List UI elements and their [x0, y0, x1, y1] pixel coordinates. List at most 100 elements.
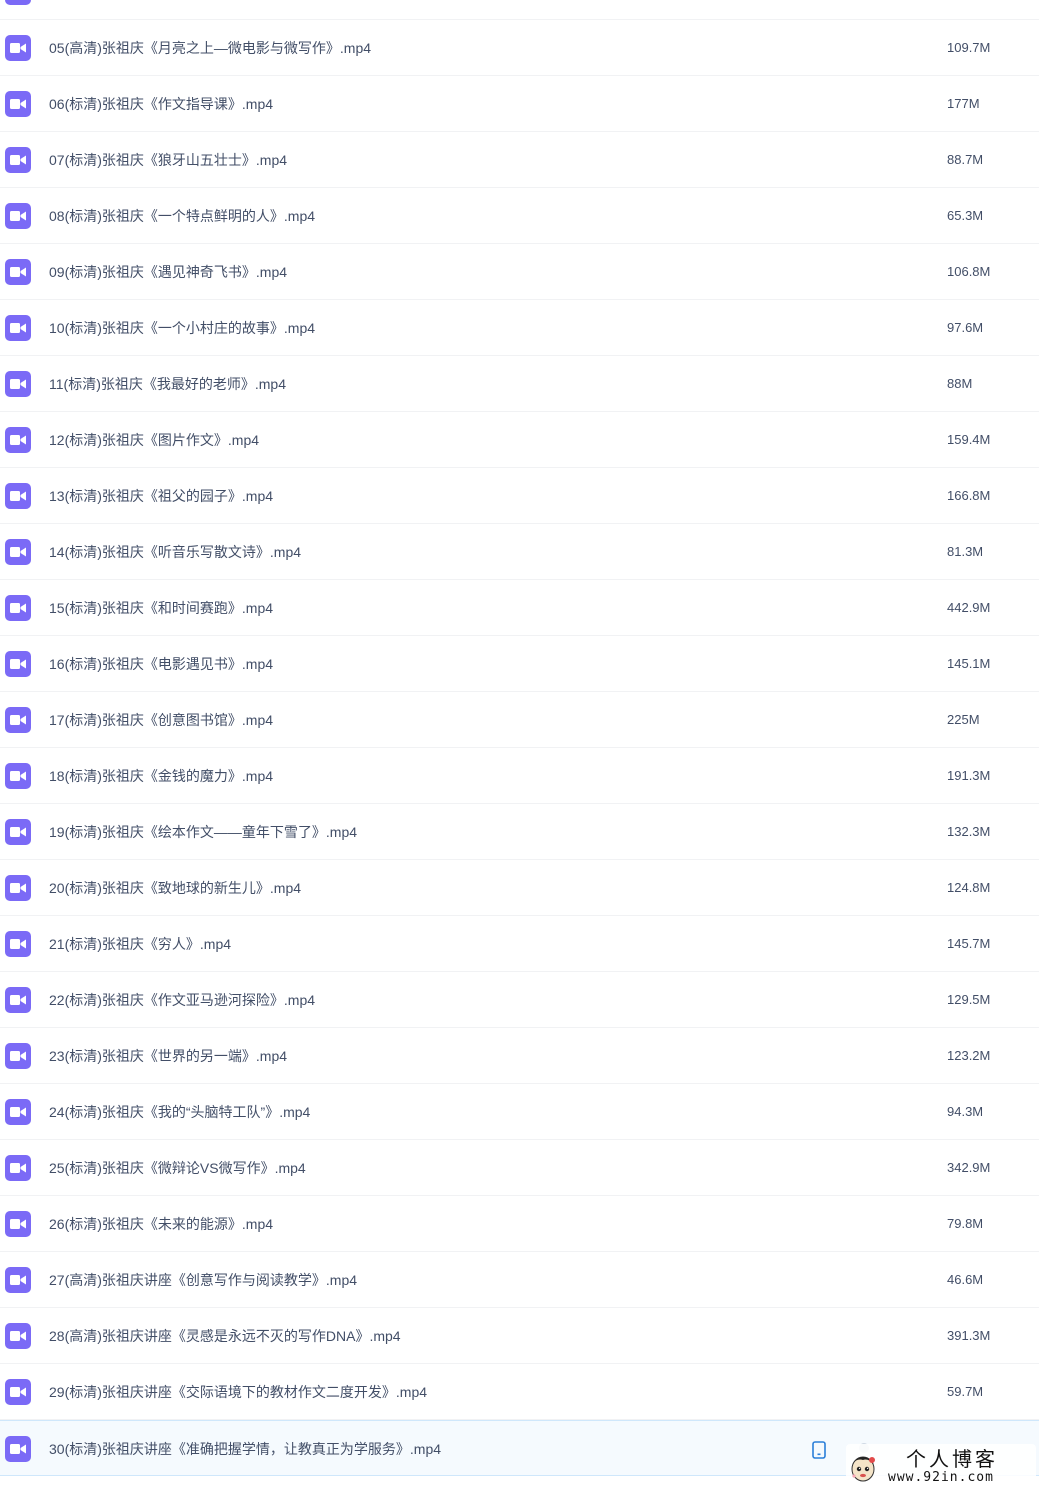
watermark-url: www.92in.com — [888, 1470, 994, 1485]
file-name[interactable]: 29(标清)张祖庆讲座《交际语境下的教材作文二度开发》.mp4 — [49, 1382, 427, 1402]
file-name[interactable]: 19(标清)张祖庆《绘本作文——童年下雪了》.mp4 — [49, 822, 357, 842]
video-file-icon — [5, 651, 31, 677]
file-row[interactable]: 23(标清)张祖庆《世界的另一端》.mp4 123.2M — [0, 1028, 1039, 1084]
video-file-icon — [5, 1043, 31, 1069]
file-name[interactable]: 28(高清)张祖庆讲座《灵感是永远不灭的写作DNA》.mp4 — [49, 1326, 401, 1346]
file-name[interactable]: 12(标清)张祖庆《图片作文》.mp4 — [49, 430, 259, 450]
file-size: 106.8M — [947, 264, 991, 279]
video-file-icon — [5, 595, 31, 621]
file-name[interactable]: 22(标清)张祖庆《作文亚马逊河探险》.mp4 — [49, 990, 315, 1010]
file-row[interactable]: 14(标清)张祖庆《听音乐写散文诗》.mp4 81.3M — [0, 524, 1039, 580]
mascot-logo-icon — [851, 1456, 875, 1482]
video-file-icon — [5, 1379, 31, 1405]
file-row[interactable]: 28(高清)张祖庆讲座《灵感是永远不灭的写作DNA》.mp4 391.3M — [0, 1308, 1039, 1364]
video-file-icon — [5, 35, 31, 61]
file-name[interactable]: 15(标清)张祖庆《和时间赛跑》.mp4 — [49, 598, 273, 618]
file-name[interactable]: 16(标清)张祖庆《电影遇见书》.mp4 — [49, 654, 273, 674]
file-size: 129.5M — [947, 992, 991, 1007]
file-name[interactable]: 23(标清)张祖庆《世界的另一端》.mp4 — [49, 1046, 287, 1066]
video-file-icon — [5, 987, 31, 1013]
file-row[interactable]: 10(标清)张祖庆《一个小村庄的故事》.mp4 97.6M — [0, 300, 1039, 356]
file-size: 79.8M — [947, 1216, 984, 1231]
video-file-icon — [5, 1323, 31, 1349]
file-row[interactable]: 07(标清)张祖庆《狼牙山五壮士》.mp4 88.7M — [0, 132, 1039, 188]
file-row[interactable]: 04(高清)张祖庆《……》.mp4 — [0, 0, 1039, 20]
video-file-icon — [5, 707, 31, 733]
video-file-icon — [5, 539, 31, 565]
file-name[interactable]: 18(标清)张祖庆《金钱的魔力》.mp4 — [49, 766, 273, 786]
video-file-icon — [5, 1099, 31, 1125]
file-row[interactable]: 19(标清)张祖庆《绘本作文——童年下雪了》.mp4 132.3M — [0, 804, 1039, 860]
file-row[interactable]: 29(标清)张祖庆讲座《交际语境下的教材作文二度开发》.mp4 59.7M — [0, 1364, 1039, 1420]
file-size: 166.8M — [947, 488, 991, 503]
file-name[interactable]: 04(高清)张祖庆《……》.mp4 — [49, 0, 231, 2]
file-name[interactable]: 20(标清)张祖庆《致地球的新生儿》.mp4 — [49, 878, 301, 898]
file-size: 109.7M — [947, 40, 991, 55]
file-size: 191.3M — [947, 768, 991, 783]
file-size: 159.4M — [947, 432, 991, 447]
file-row[interactable]: 18(标清)张祖庆《金钱的魔力》.mp4 191.3M — [0, 748, 1039, 804]
file-size: 124.8M — [947, 880, 991, 895]
file-name[interactable]: 08(标清)张祖庆《一个特点鲜明的人》.mp4 — [49, 206, 315, 226]
file-row[interactable]: 08(标清)张祖庆《一个特点鲜明的人》.mp4 65.3M — [0, 188, 1039, 244]
file-row[interactable]: 22(标清)张祖庆《作文亚马逊河探险》.mp4 129.5M — [0, 972, 1039, 1028]
file-size: 65.3M — [947, 208, 984, 223]
file-name[interactable]: 17(标清)张祖庆《创意图书馆》.mp4 — [49, 710, 273, 730]
video-file-icon — [5, 91, 31, 117]
file-name[interactable]: 25(标清)张祖庆《微辩论VS微写作》.mp4 — [49, 1158, 306, 1178]
file-name[interactable]: 14(标清)张祖庆《听音乐写散文诗》.mp4 — [49, 542, 301, 562]
video-file-icon — [5, 1211, 31, 1237]
file-name[interactable]: 05(高清)张祖庆《月亮之上—微电影与微写作》.mp4 — [49, 38, 371, 58]
file-row[interactable]: 09(标清)张祖庆《遇见神奇飞书》.mp4 106.8M — [0, 244, 1039, 300]
file-name[interactable]: 11(标清)张祖庆《我最好的老师》.mp4 — [49, 374, 286, 394]
file-row[interactable]: 24(标清)张祖庆《我的“头脑特工队”》.mp4 94.3M — [0, 1084, 1039, 1140]
file-row[interactable]: 12(标清)张祖庆《图片作文》.mp4 159.4M — [0, 412, 1039, 468]
file-name[interactable]: 10(标清)张祖庆《一个小村庄的故事》.mp4 — [49, 318, 315, 338]
file-name[interactable]: 26(标清)张祖庆《未来的能源》.mp4 — [49, 1214, 273, 1234]
file-name[interactable]: 09(标清)张祖庆《遇见神奇飞书》.mp4 — [49, 262, 287, 282]
file-row[interactable]: 11(标清)张祖庆《我最好的老师》.mp4 88M — [0, 356, 1039, 412]
video-file-icon — [5, 483, 31, 509]
video-file-icon — [5, 931, 31, 957]
video-file-icon — [5, 371, 31, 397]
file-row[interactable]: 13(标清)张祖庆《祖父的园子》.mp4 166.8M — [0, 468, 1039, 524]
file-name[interactable]: 13(标清)张祖庆《祖父的园子》.mp4 — [49, 486, 273, 506]
file-row[interactable]: 05(高清)张祖庆《月亮之上—微电影与微写作》.mp4 109.7M — [0, 20, 1039, 76]
video-file-icon — [5, 203, 31, 229]
video-file-icon — [5, 427, 31, 453]
file-size: 81.3M — [947, 544, 984, 559]
file-name[interactable]: 30(标清)张祖庆讲座《准确把握学情，让教真正为学服务》.mp4 — [49, 1439, 441, 1459]
file-size: 145.7M — [947, 936, 991, 951]
file-size: 177M — [947, 96, 980, 111]
file-size: 88.7M — [947, 152, 984, 167]
file-row[interactable]: 26(标清)张祖庆《未来的能源》.mp4 79.8M — [0, 1196, 1039, 1252]
file-size: 97.6M — [947, 320, 984, 335]
video-file-icon — [5, 763, 31, 789]
watermark-title: 个人博客 — [906, 1447, 998, 1471]
file-size: 59.7M — [947, 1384, 984, 1399]
file-size: 391.3M — [947, 1328, 991, 1343]
file-name[interactable]: 27(高清)张祖庆讲座《创意写作与阅读教学》.mp4 — [49, 1270, 357, 1290]
file-size: 225M — [947, 712, 980, 727]
file-name[interactable]: 21(标清)张祖庆《穷人》.mp4 — [49, 934, 231, 954]
video-file-icon — [5, 147, 31, 173]
file-row[interactable]: 06(标清)张祖庆《作文指导课》.mp4 177M — [0, 76, 1039, 132]
file-size: 132.3M — [947, 824, 991, 839]
file-row[interactable]: 16(标清)张祖庆《电影遇见书》.mp4 145.1M — [0, 636, 1039, 692]
phone-icon[interactable] — [812, 1441, 826, 1459]
file-row[interactable]: 21(标清)张祖庆《穷人》.mp4 145.7M — [0, 916, 1039, 972]
video-file-icon — [5, 315, 31, 341]
video-file-icon — [5, 1436, 31, 1462]
file-name[interactable]: 07(标清)张祖庆《狼牙山五壮士》.mp4 — [49, 150, 287, 170]
file-list: 04(高清)张祖庆《……》.mp4 05(高清)张祖庆《月亮之上—微电影与微写作》… — [0, 0, 1039, 1476]
video-file-icon — [5, 1155, 31, 1181]
file-row[interactable]: 15(标清)张祖庆《和时间赛跑》.mp4 442.9M — [0, 580, 1039, 636]
file-name[interactable]: 06(标清)张祖庆《作文指导课》.mp4 — [49, 94, 273, 114]
watermark: 个人博客 www.92in.com — [846, 1444, 1036, 1488]
file-name[interactable]: 24(标清)张祖庆《我的“头脑特工队”》.mp4 — [49, 1102, 310, 1122]
file-size: 123.2M — [947, 1048, 991, 1063]
file-row[interactable]: 27(高清)张祖庆讲座《创意写作与阅读教学》.mp4 46.6M — [0, 1252, 1039, 1308]
file-row[interactable]: 17(标清)张祖庆《创意图书馆》.mp4 225M — [0, 692, 1039, 748]
file-row[interactable]: 20(标清)张祖庆《致地球的新生儿》.mp4 124.8M — [0, 860, 1039, 916]
file-row[interactable]: 25(标清)张祖庆《微辩论VS微写作》.mp4 342.9M — [0, 1140, 1039, 1196]
